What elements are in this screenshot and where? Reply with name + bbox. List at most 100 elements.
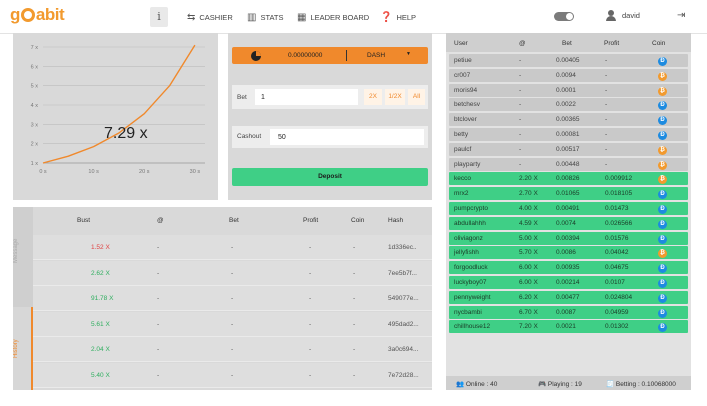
player-row[interactable]: moris94 - 0.0001 - ₿ [449,83,688,97]
nav-cashier[interactable]: ⇆ CASHIER [187,11,233,23]
player-cell-at: 6.70 X [519,308,538,316]
deposit-button[interactable]: Deposit [232,168,428,186]
bitcoin-icon: ₿ [658,145,667,155]
player-row[interactable]: playparty - 0.00448 - ₿ [449,157,688,171]
nav-stats[interactable]: ▥ STATS [247,11,284,23]
player-cell-bet: 0.00405 [556,57,580,64]
player-row[interactable]: nycbambi 6.70 X 0.0087 0.04959 Đ [449,305,688,319]
player-row[interactable]: betchesv - 0.0022 - Đ [449,98,688,112]
player-row[interactable]: jellyfishh 5.70 X 0.0086 0.04042 ₿ [449,246,688,260]
user-menu[interactable]: david [606,10,640,21]
theme-toggle[interactable] [554,12,574,21]
player-row[interactable]: mrx2 2.70 X 0.01065 0.018105 Đ [449,187,688,201]
history-cell-at: - [157,269,160,277]
player-row[interactable]: abdullahhh 4.59 X 0.0074 0.026566 Đ [449,216,688,230]
history-row[interactable]: 5.40 X - - - - 7e72d28... [33,362,432,388]
double-bet-button[interactable]: 2X [364,89,382,105]
player-row[interactable]: btclover - 0.00365 - Đ [449,113,688,127]
nav-help[interactable]: ❓ HELP [380,11,416,23]
player-cell-user: petiue [454,57,472,64]
history-row[interactable]: 2.62 X - - - - 7ee5b7f... [33,260,432,286]
col-at: @ [157,217,164,224]
history-cell-coin: - [353,244,356,251]
player-cell-at: 2.70 X [519,190,538,198]
player-row[interactable]: cr007 - 0.0094 - ₿ [449,68,688,82]
multiplier-chart: 1 x 2 x 3 x 4 x 5 x 6 x 7 x 0 s 10 s 20 s 30 s [31,44,205,175]
player-cell-user: nycbambi [454,308,482,316]
swap-arrows-icon: ⇆ [187,11,196,23]
cashout-label: Cashout [237,133,262,140]
playing-count: 🎮 Playing : 19 [538,381,582,388]
player-cell-bet: 0.00517 [556,145,580,153]
bet-input[interactable] [255,89,358,105]
player-cell-user: mrx2 [454,190,469,198]
history-row[interactable]: 2.04 X - - - - 3a0c694... [33,337,432,362]
history-cell-coin: - [353,371,356,379]
player-cell-user: pumpcrypto [454,205,488,212]
player-cell-bet: 0.00477 [556,293,580,301]
player-row[interactable]: pumpcrypto 4.00 X 0.00491 0.01473 Đ [449,202,688,215]
multiplier-curve [42,44,196,164]
history-cell-hash: 549077e... [388,295,419,302]
history-cell-bet: - [231,320,234,328]
bet-panel: 0.00000000 DASH ▼ Bet 2X 1/2X All Cashou… [228,33,432,200]
player-row[interactable]: oliviagonz 5.00 X 0.00394 0.01576 Đ [449,231,688,245]
player-row[interactable]: luckyboy07 6.00 X 0.00214 0.0107 Đ [449,276,688,289]
nav-leaderboard[interactable]: ▦ LEADER BOARD [297,11,369,23]
dash-icon: Đ [658,131,667,140]
logo[interactable]: g abit [10,5,65,25]
player-cell-profit: - [605,86,608,94]
player-cell-user: playparty [454,160,481,168]
player-cell-bet: 0.0074 [556,219,576,227]
col-user: User [454,40,468,47]
history-row[interactable]: 5.61 X - - - - 495dad2... [33,311,432,337]
history-cell-bust: 2.62 X [91,269,110,277]
player-cell-profit: 0.009912 [605,175,633,183]
info-button[interactable]: i [150,7,168,27]
bitcoin-icon: ₿ [658,86,667,96]
player-cell-profit: - [605,71,608,79]
bet-row: Bet 2X 1/2X All [232,85,428,109]
currency-select[interactable]: DASH [367,52,385,59]
online-text: Online : 40 [465,381,498,388]
balance-bar[interactable]: 0.00000000 DASH ▼ [232,47,428,64]
cashout-input[interactable] [270,129,424,145]
tab-history[interactable]: History [13,307,33,390]
dash-icon: Đ [658,323,667,333]
col-bet: Bet [562,40,572,47]
all-bet-button[interactable]: All [408,89,425,105]
history-panel: Message History Bust @ Bet Profit Coin H… [13,207,432,390]
player-cell-at: - [519,131,522,138]
player-row[interactable]: kecco 2.20 X 0.00826 0.009912 ₿ [449,172,688,186]
player-row[interactable]: paulcf - 0.00517 - ₿ [449,142,688,156]
player-row[interactable]: petiue - 0.00405 - Đ [449,54,688,67]
half-bet-button[interactable]: 1/2X [385,89,405,105]
history-cell-at: - [157,295,160,302]
col-bet: Bet [229,217,239,224]
y-tick-label: 6 x [31,64,39,70]
playing-text: Playing : 19 [547,381,582,388]
top-bar: g abit i ⇆ CASHIER ▥ STATS ▦ LEADER BOARD… [0,0,707,34]
y-tick-label: 4 x [31,103,39,109]
player-cell-profit: 0.04675 [605,264,629,272]
player-cell-bet: 0.00448 [556,160,580,168]
history-row[interactable]: 91.78 X - - - - 549077e... [33,286,432,311]
col-profit: Profit [604,40,620,47]
dash-icon: Đ [658,205,667,214]
tab-message[interactable]: Message [13,225,33,277]
nav-label-stats: STATS [260,12,284,22]
player-cell-user: moris94 [454,86,478,94]
history-row[interactable]: 1.52 X - - - - 1d336ec.. [33,235,432,260]
player-row[interactable]: forgoodluck 6.00 X 0.00935 0.04675 Đ [449,261,688,275]
player-row[interactable]: chillhouse12 7.20 X 0.0021 0.01302 Đ [449,320,688,334]
history-cell-bet: - [231,295,234,302]
chevron-down-icon[interactable]: ▼ [406,51,411,57]
logout-icon[interactable]: ⇥ [677,10,685,21]
x-tick-label: 20 s [139,169,150,175]
player-cell-profit: 0.01302 [605,323,629,331]
y-tick-label: 7 x [31,45,39,51]
player-cell-bet: 0.00365 [556,116,580,124]
player-row[interactable]: betty - 0.00081 - Đ [449,128,688,141]
player-row[interactable]: pennyweight 6.20 X 0.00477 0.024804 Đ [449,290,688,304]
bitcoin-icon: ₿ [658,71,667,81]
